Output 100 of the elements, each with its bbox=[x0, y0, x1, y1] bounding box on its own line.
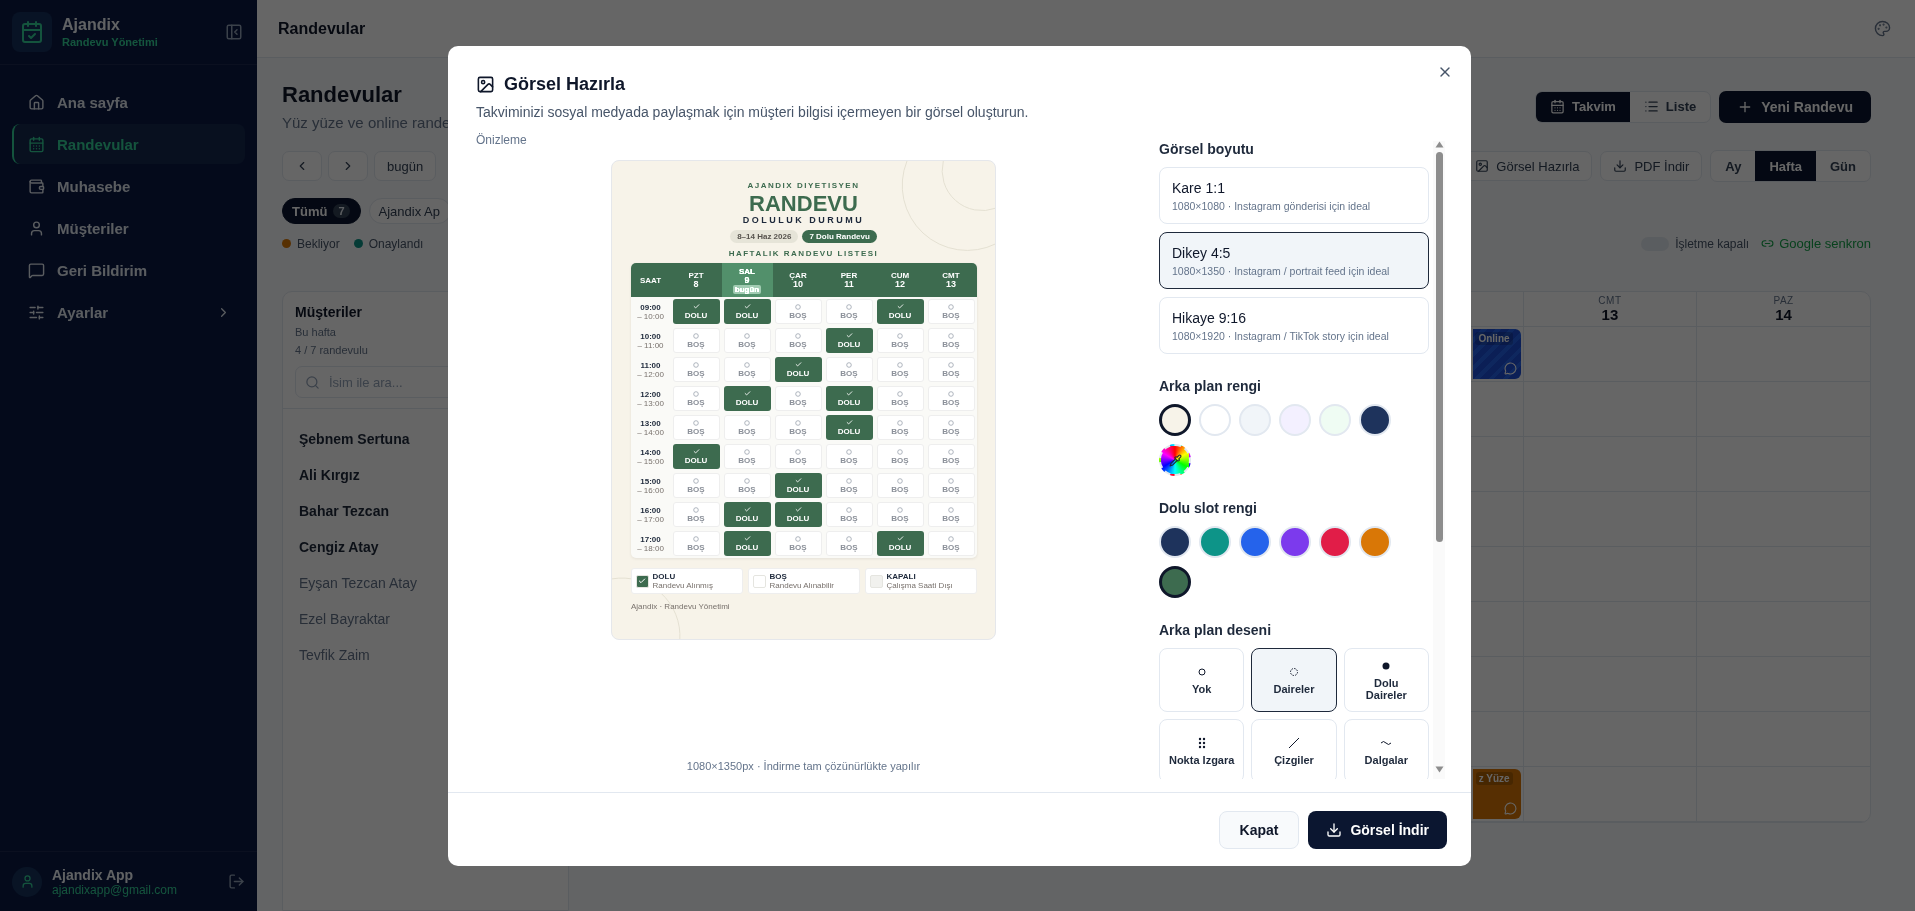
size-option[interactable]: Dikey 4:5 1080×1350 · Instagram / portrait feed için ideal bbox=[1159, 232, 1429, 289]
time-cell-text: 11:00 – 12:00 bbox=[636, 359, 665, 381]
slot-cell: BOŞ bbox=[825, 444, 873, 469]
circle-icon bbox=[897, 506, 903, 513]
today-button[interactable]: bugün bbox=[374, 151, 437, 181]
poster-brand: AJANDIX DIYETISYEN bbox=[747, 181, 860, 190]
table-header-cell: ÇAR 10 bbox=[772, 263, 824, 297]
circle-icon bbox=[948, 477, 954, 484]
circle-icon bbox=[693, 419, 699, 426]
color-picker-button[interactable] bbox=[1159, 444, 1191, 476]
action-button[interactable]: PDF İndir bbox=[1600, 151, 1703, 181]
slot-cell: BOŞ bbox=[927, 357, 975, 382]
collapse-sidebar-icon[interactable] bbox=[225, 23, 243, 41]
download-icon bbox=[1326, 821, 1343, 838]
size-option[interactable]: Kare 1:1 1080×1080 · Instagram gönderisi için ideal bbox=[1159, 167, 1429, 224]
range-tab[interactable]: Ay bbox=[1711, 151, 1756, 181]
slot-cell: BOŞ bbox=[672, 357, 720, 382]
color-swatch[interactable] bbox=[1159, 404, 1191, 436]
legend-title: KAPALI bbox=[886, 572, 917, 581]
slot-cell: DOLU bbox=[825, 386, 873, 411]
logout-icon[interactable] bbox=[228, 873, 245, 890]
slot-cell: DOLU bbox=[774, 357, 822, 382]
check-icon bbox=[743, 506, 751, 513]
appointment-event[interactable]: Online bbox=[1472, 329, 1521, 379]
appointment-event[interactable]: z Yüze bbox=[1472, 769, 1521, 819]
section-label: Arka plan deseni bbox=[1159, 622, 1272, 638]
sidebar-item[interactable]: Müşteriler bbox=[12, 208, 245, 248]
time-cell-text: 15:00 – 16:00 bbox=[636, 475, 665, 497]
slot-cell: BOŞ bbox=[723, 328, 771, 353]
palette-icon[interactable] bbox=[1874, 20, 1891, 37]
sidebar-item[interactable]: Ayarlar bbox=[12, 292, 245, 332]
previous-button[interactable] bbox=[282, 151, 322, 181]
filter-chip[interactable]: Ajandix Ap bbox=[368, 198, 451, 224]
slot-cell: BOŞ bbox=[927, 415, 975, 440]
image-icon bbox=[1475, 159, 1490, 173]
pattern-option[interactable]: Yok bbox=[1159, 648, 1245, 712]
view-tab[interactable]: Takvim bbox=[1536, 91, 1630, 122]
check-icon bbox=[845, 390, 853, 397]
circle-icon bbox=[693, 477, 699, 484]
chat-icon bbox=[28, 261, 45, 279]
preview-label: Önizleme bbox=[476, 133, 527, 147]
check-icon bbox=[896, 303, 904, 310]
time-cell-text: 12:00 – 13:00 bbox=[636, 388, 665, 410]
calendar-cell[interactable] bbox=[1522, 327, 1697, 382]
close-dialog-button[interactable]: Kapat bbox=[1218, 810, 1300, 849]
table-header-cell: SAL 9 bugün bbox=[721, 263, 773, 297]
circle-icon bbox=[744, 419, 750, 426]
new-appointment-button[interactable]: Yeni Randevu bbox=[1719, 90, 1871, 123]
size-option[interactable]: Hikaye 9:16 1080×1920 · Instagram / TikTok story için ideal bbox=[1159, 297, 1429, 354]
circle-icon bbox=[846, 448, 852, 455]
circle-icon bbox=[948, 448, 954, 455]
slot-cell: DOLU bbox=[825, 415, 873, 440]
circle-icon bbox=[795, 535, 801, 542]
section-label: Dolu slot rengi bbox=[1159, 500, 1257, 516]
sidebar-item[interactable]: Muhasebe bbox=[12, 166, 245, 206]
slot-cell: BOŞ bbox=[927, 386, 975, 411]
search-icon bbox=[305, 375, 320, 390]
legend-note: Randevu Alınmış bbox=[652, 581, 713, 590]
slot-cell: DOLU bbox=[825, 328, 873, 353]
download-image-button[interactable]: Görsel İndir bbox=[1308, 810, 1447, 849]
slot-cell: BOŞ bbox=[774, 386, 822, 411]
scrollbar[interactable] bbox=[1433, 141, 1445, 779]
filter-chip[interactable]: Tümü 7 bbox=[282, 198, 361, 224]
calendar-check-icon bbox=[20, 20, 44, 44]
pattern-option[interactable]: Dalgalar bbox=[1343, 719, 1429, 779]
slot-cell: BOŞ bbox=[672, 328, 720, 353]
slot-cell: BOŞ bbox=[876, 357, 924, 382]
section-label: Görsel boyutu bbox=[1159, 141, 1254, 157]
sidebar-item[interactable]: Ana sayfa bbox=[12, 82, 245, 122]
circle-icon bbox=[846, 477, 852, 484]
pattern-option[interactable]: Daireler bbox=[1251, 648, 1337, 712]
view-tab[interactable]: Liste bbox=[1629, 91, 1711, 122]
slot-cell: DOLU bbox=[723, 502, 771, 527]
pattern-option[interactable]: Dolu Daireler bbox=[1343, 648, 1429, 712]
poster-subtitle: DOLULUK DURUMU bbox=[742, 215, 865, 225]
slot-cell: BOŞ bbox=[672, 473, 720, 498]
user-icon bbox=[28, 219, 45, 237]
pattern-option[interactable]: Nokta Izgara bbox=[1159, 719, 1245, 779]
color-swatch[interactable] bbox=[1159, 566, 1191, 598]
legend-note: Çalışma Saati Dışı bbox=[886, 581, 953, 590]
circle-icon bbox=[795, 448, 801, 455]
slot-cell: BOŞ bbox=[774, 531, 822, 556]
range-tab[interactable]: Gün bbox=[1816, 151, 1870, 181]
slot-cell: DOLU bbox=[774, 502, 822, 527]
calendar-cell[interactable] bbox=[1522, 767, 1697, 822]
circle-icon bbox=[846, 535, 852, 542]
circle-icon bbox=[948, 535, 954, 542]
pattern-option[interactable]: Çizgiler bbox=[1251, 719, 1337, 779]
sidebar-item[interactable]: Randevular bbox=[12, 124, 245, 164]
brand-name: Ajandix bbox=[62, 16, 121, 34]
range-tab[interactable]: Hafta bbox=[1755, 151, 1816, 181]
circle-icon bbox=[795, 419, 801, 426]
next-button[interactable] bbox=[328, 151, 368, 181]
google-sync-link[interactable]: Google senkron bbox=[1761, 236, 1871, 251]
sidebar-item[interactable]: Geri Bildirim bbox=[12, 250, 245, 290]
table-header-cell: CUM 12 bbox=[874, 263, 926, 297]
slot-cell: BOŞ bbox=[927, 531, 975, 556]
slot-cell: BOŞ bbox=[825, 473, 873, 498]
panel-title: Müşteriler bbox=[295, 304, 363, 320]
scrollbar-thumb[interactable] bbox=[1435, 152, 1443, 542]
